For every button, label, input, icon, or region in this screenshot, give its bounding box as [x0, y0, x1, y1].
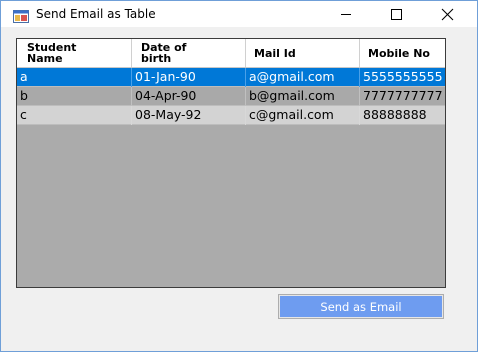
cell-date-of-birth[interactable]: 04-Apr-90 [132, 87, 246, 106]
minimize-button[interactable] [323, 1, 369, 27]
send-as-email-button[interactable]: Send as Email [278, 294, 444, 319]
minimize-icon [341, 14, 351, 15]
cell-date-of-birth[interactable]: 08-May-92 [132, 106, 246, 125]
column-header-date-of-birth[interactable]: Date of birth [132, 39, 246, 67]
maximize-button[interactable] [373, 1, 419, 27]
cell-student-name[interactable]: c [17, 106, 132, 125]
cell-mail-id[interactable]: b@gmail.com [246, 87, 360, 106]
cell-mail-id[interactable]: a@gmail.com [246, 68, 360, 87]
grid-row-1[interactable]: a 01-Jan-90 a@gmail.com 5555555555 [17, 68, 445, 87]
grid-row-3[interactable]: c 08-May-92 c@gmail.com 88888888 [17, 106, 445, 125]
student-data-grid[interactable]: Student Name Date of birth Mail Id Mobil… [16, 38, 446, 288]
close-button[interactable] [425, 1, 471, 27]
grid-row-2[interactable]: b 04-Apr-90 b@gmail.com 7777777777 [17, 87, 445, 106]
column-header-mobile-no[interactable]: Mobile No [360, 39, 445, 67]
cell-mobile-no[interactable]: 7777777777 [360, 87, 445, 106]
close-icon [441, 8, 454, 21]
cell-mobile-no[interactable]: 88888888 [360, 106, 445, 125]
cell-student-name[interactable]: b [17, 87, 132, 106]
maximize-icon [391, 9, 402, 20]
cell-date-of-birth[interactable]: 01-Jan-90 [132, 68, 246, 87]
cell-mobile-no[interactable]: 5555555555 [360, 68, 445, 87]
window-title: Send Email as Table [36, 7, 156, 21]
main-window: Send Email as Table Student Name Date of… [0, 0, 478, 352]
column-header-student-name[interactable]: Student Name [17, 39, 132, 67]
app-window-icon [13, 8, 29, 23]
cell-student-name[interactable]: a [17, 68, 132, 87]
column-header-mail-id[interactable]: Mail Id [246, 39, 360, 67]
cell-mail-id[interactable]: c@gmail.com [246, 106, 360, 125]
send-as-email-label: Send as Email [280, 296, 442, 317]
title-bar[interactable]: Send Email as Table [1, 1, 477, 27]
grid-header: Student Name Date of birth Mail Id Mobil… [17, 39, 445, 68]
